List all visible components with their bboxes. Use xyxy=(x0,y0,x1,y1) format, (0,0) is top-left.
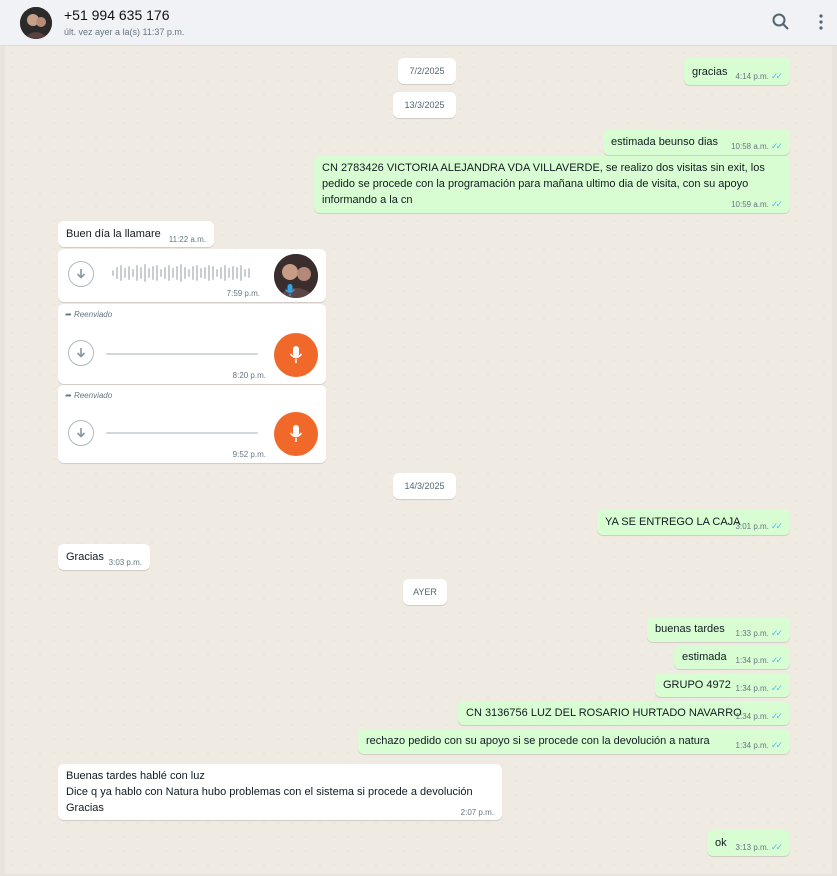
outgoing-message[interactable]: buenas tardes 1:33 p.m. ✓✓ xyxy=(647,617,790,642)
message-text: gracias xyxy=(692,66,728,78)
mic-icon xyxy=(274,412,318,456)
message-time: 1:34 p.m. xyxy=(735,684,769,693)
contact-name[interactable]: +51 994 635 176 xyxy=(64,7,170,23)
read-tick-icon: ✓✓ xyxy=(770,655,783,665)
message-text: ok xyxy=(715,837,727,849)
message-time: 1:34 p.m. xyxy=(735,741,769,750)
read-tick-icon: ✓✓ xyxy=(770,842,783,852)
audio-progress-track[interactable] xyxy=(106,432,258,434)
outgoing-message[interactable]: GRUPO 4972 1:34 p.m. ✓✓ xyxy=(655,673,790,697)
forward-icon: ➦ xyxy=(65,310,72,319)
outgoing-message[interactable]: CN 3136756 LUZ DEL ROSARIO HURTADO NAVAR… xyxy=(458,701,790,725)
sender-avatar xyxy=(274,254,318,298)
search-icon[interactable] xyxy=(771,12,791,32)
date-separator: 13/3/2025 xyxy=(393,92,456,118)
message-text: GRUPO 4972 xyxy=(663,679,731,691)
message-time: 1:33 p.m. xyxy=(735,629,769,638)
message-text: YA SE ENTREGO LA CAJA xyxy=(605,516,741,528)
date-separator: 7/2/2025 xyxy=(398,58,456,84)
read-tick-icon: ✓✓ xyxy=(770,71,783,81)
contact-avatar[interactable] xyxy=(20,7,52,39)
message-time: 9:52 p.m. xyxy=(232,450,266,459)
voice-message[interactable]: ➦ Reenviado 9:52 p.m. xyxy=(58,385,326,463)
audio-waveform xyxy=(112,264,250,282)
download-icon[interactable] xyxy=(68,420,94,446)
message-time: 3:03 p.m. xyxy=(108,558,142,567)
message-time: 7:59 p.m. xyxy=(226,289,260,298)
voice-message[interactable]: ➦ Reenviado 8:20 p.m. xyxy=(58,304,326,384)
read-tick-icon: ✓✓ xyxy=(770,711,783,721)
forwarded-label: ➦ Reenviado xyxy=(65,310,113,319)
outgoing-message[interactable]: estimada beunso dias 10:58 a.m. ✓✓ xyxy=(603,129,790,155)
mic-icon xyxy=(274,333,318,377)
read-tick-icon: ✓✓ xyxy=(770,521,783,531)
message-time: 1:34 p.m. xyxy=(735,656,769,665)
forwarded-label: ➦ Reenviado xyxy=(65,391,113,400)
message-text: buenas tardes xyxy=(655,623,725,635)
message-text: estimada xyxy=(682,651,727,663)
message-time: 11:22 a.m. xyxy=(168,235,206,244)
outgoing-message[interactable]: gracias 4:14 p.m. ✓✓ xyxy=(684,57,790,85)
message-text: CN 2783426 VICTORIA ALEJANDRA VDA VILLAV… xyxy=(322,162,765,206)
message-text: Buen día la llamare xyxy=(66,228,161,240)
outgoing-message[interactable]: ok 3:13 p.m. ✓✓ xyxy=(707,830,790,856)
message-time: 3:01 p.m. xyxy=(735,522,769,531)
message-text: rechazo pedido con su apoyo si se proced… xyxy=(366,735,710,747)
incoming-message[interactable]: Buenas tardes hablé con luz Dice q ya ha… xyxy=(58,764,502,820)
message-time: 10:59 a.m. xyxy=(731,200,769,209)
message-text: Gracias xyxy=(66,551,104,563)
read-tick-icon: ✓✓ xyxy=(770,199,783,209)
download-icon[interactable] xyxy=(68,340,94,366)
chat-header: +51 994 635 176 últ. vez ayer a la(s) 11… xyxy=(0,0,837,46)
incoming-message[interactable]: Gracias 3:03 p.m. xyxy=(58,544,150,570)
read-tick-icon: ✓✓ xyxy=(770,683,783,693)
date-separator: AYER xyxy=(403,579,447,605)
read-tick-icon: ✓✓ xyxy=(770,740,783,750)
message-time: 2:07 p.m. xyxy=(460,808,494,817)
more-vertical-icon[interactable] xyxy=(811,12,831,32)
message-text: CN 3136756 LUZ DEL ROSARIO HURTADO NAVAR… xyxy=(466,707,742,719)
mic-icon xyxy=(284,283,296,297)
audio-progress-track[interactable] xyxy=(106,353,258,355)
outgoing-message[interactable]: estimada 1:34 p.m. ✓✓ xyxy=(674,645,790,669)
message-text: Buenas tardes hablé con luz Dice q ya ha… xyxy=(66,770,473,814)
message-time: 1:34 p.m. xyxy=(735,712,769,721)
message-time: 8:20 p.m. xyxy=(232,371,266,380)
forward-icon: ➦ xyxy=(65,391,72,400)
read-tick-icon: ✓✓ xyxy=(770,628,783,638)
message-time: 10:58 a.m. xyxy=(731,142,769,151)
incoming-message[interactable]: Buen día la llamare 11:22 a.m. xyxy=(58,221,214,247)
voice-message[interactable]: 7:59 p.m. xyxy=(58,249,326,302)
date-separator: 14/3/2025 xyxy=(393,473,456,499)
outgoing-message[interactable]: rechazo pedido con su apoyo si se proced… xyxy=(358,729,790,754)
message-time: 4:14 p.m. xyxy=(735,72,769,81)
outgoing-message[interactable]: YA SE ENTREGO LA CAJA 3:01 p.m. ✓✓ xyxy=(597,509,790,535)
message-time: 3:13 p.m. xyxy=(735,843,769,852)
message-text: estimada beunso dias xyxy=(611,136,719,148)
download-icon[interactable] xyxy=(68,261,94,287)
read-tick-icon: ✓✓ xyxy=(770,141,783,151)
last-seen-status: últ. vez ayer a la(s) 11:37 p.m. xyxy=(64,27,185,37)
outgoing-message[interactable]: CN 2783426 VICTORIA ALEJANDRA VDA VILLAV… xyxy=(314,156,790,213)
